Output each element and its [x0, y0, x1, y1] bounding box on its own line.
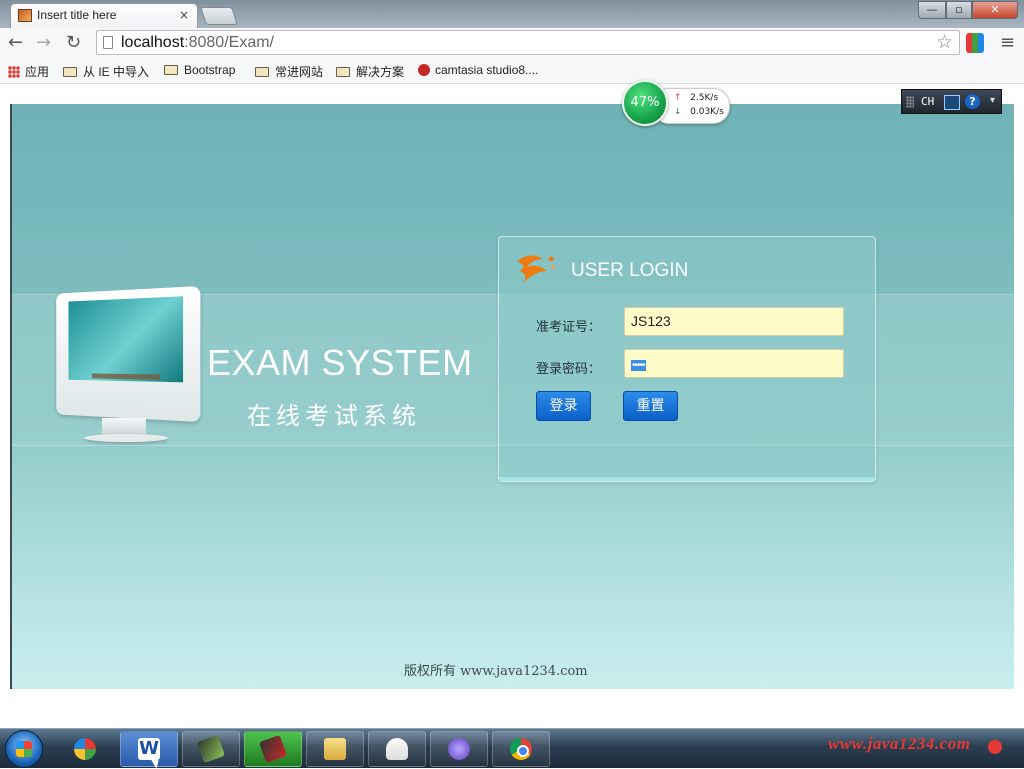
extension-icon[interactable] — [966, 33, 984, 53]
login-heading: USER LOGIN — [571, 260, 689, 281]
exam-system-subtitle: 在线考试系统 — [247, 402, 421, 430]
page-favicon-icon — [18, 9, 32, 22]
grip-icon[interactable] — [906, 96, 914, 108]
ime-mode[interactable]: CH — [921, 95, 934, 108]
bookmark-solutions[interactable]: 解决方案 — [336, 63, 404, 80]
bookmark-camtasia[interactable]: camtasia studio8.... — [418, 63, 538, 77]
address-bar[interactable]: localhost:8080/Exam/ ☆ — [96, 30, 960, 55]
network-speed-widget[interactable]: 47% ↑ 2.5K/s ↓ 0.03K/s — [622, 80, 730, 128]
folder-icon — [336, 67, 350, 77]
start-button[interactable] — [5, 730, 43, 768]
login-logo-icon — [517, 255, 555, 283]
reload-icon[interactable]: ↻ — [66, 32, 81, 53]
taskbar-app-mysql[interactable] — [430, 731, 488, 767]
upload-speed: ↑ 2.5K/s — [674, 93, 719, 103]
camtasia-icon — [418, 64, 430, 76]
windows-logo-icon — [16, 741, 32, 757]
bookmark-import-ie[interactable]: 从 IE 中导入 — [63, 63, 149, 80]
folder-icon — [255, 67, 269, 77]
chrome-center-icon — [517, 745, 529, 757]
recorder-icon — [258, 734, 288, 764]
upload-arrow-icon: ↑ — [674, 93, 682, 103]
window-close-button[interactable]: ✕ — [972, 1, 1018, 19]
computer-monitor-illustration — [50, 285, 201, 450]
new-tab-button[interactable] — [200, 7, 238, 25]
taskbar-app-java[interactable] — [368, 731, 426, 767]
exam-id-input[interactable]: JS123 — [624, 307, 844, 336]
exam-system-title: EXAM SYSTEM — [207, 342, 473, 383]
help-icon[interactable]: ? — [965, 94, 980, 109]
login-panel: USER LOGIN 准考证号： JS123 登录密码： ••••• 登录 重置 — [498, 236, 876, 482]
bookmark-bootstrap[interactable]: Bootstrap — [164, 63, 235, 77]
window-restore-button[interactable]: ▫ — [946, 1, 972, 19]
keyboard-icon[interactable] — [944, 95, 960, 110]
password-label: 登录密码： — [536, 362, 602, 377]
bookmarks-bar: 应用 从 IE 中导入 Bootstrap 常进网站 解决方案 camtasia… — [0, 58, 1024, 84]
copyright-footer: 版权所有 www.java1234.com — [404, 664, 588, 679]
window-minimize-button[interactable]: — — [918, 1, 946, 19]
monitor-base — [84, 434, 168, 442]
taskbar-app-chrome[interactable] — [492, 731, 550, 767]
taskbar-app-colorful[interactable] — [56, 731, 114, 767]
taskbar-app-word[interactable]: W — [120, 731, 178, 767]
speed-percent: 47% — [622, 80, 668, 126]
monitor-body — [56, 285, 201, 423]
login-page-background: EXAM SYSTEM 在线考试系统 USER LOGIN 准考证号： JS12… — [10, 104, 1014, 689]
browser-tab[interactable]: Insert title here × — [10, 3, 198, 28]
folder-icon — [164, 65, 178, 75]
watermark-text: www.java1234.com — [828, 734, 971, 753]
tab-title: Insert title here — [37, 8, 117, 22]
window-title-bar: Insert title here × — ▫ ✕ — [0, 0, 1024, 28]
reset-button[interactable]: 重置 — [623, 391, 678, 421]
download-speed: ↓ 0.03K/s — [674, 107, 724, 117]
tray-icon[interactable] — [988, 740, 1002, 754]
url-text[interactable]: localhost:8080/Exam/ — [121, 34, 274, 52]
menu-icon[interactable]: ≡ — [1000, 32, 1015, 53]
java-icon — [386, 738, 408, 760]
taskbar-app-recorder[interactable] — [244, 731, 302, 767]
chevron-down-icon[interactable]: ▾ — [990, 95, 995, 106]
folder-icon — [324, 738, 346, 760]
bookmark-star-icon[interactable]: ☆ — [936, 31, 953, 53]
tool-icon — [196, 734, 226, 764]
login-panel-bottom-strip — [499, 477, 875, 481]
page-viewport: EXAM SYSTEM 在线考试系统 USER LOGIN 准考证号： JS12… — [0, 84, 1024, 728]
forward-arrow-icon[interactable]: → — [36, 32, 51, 53]
monitor-screen — [68, 296, 184, 383]
password-input[interactable]: ••••• — [624, 349, 844, 378]
apps-grid-icon — [8, 66, 20, 78]
bookmark-sites[interactable]: 常进网站 — [255, 63, 323, 80]
page-icon — [103, 36, 113, 49]
back-arrow-icon[interactable]: ← — [8, 32, 23, 53]
taskbar-app-explorer[interactable] — [306, 731, 364, 767]
ime-toolbar[interactable]: CH ? ▾ — [901, 89, 1002, 114]
taskbar-app-tool[interactable] — [182, 731, 240, 767]
pinwheel-icon — [74, 738, 96, 760]
download-arrow-icon: ↓ — [674, 107, 682, 117]
folder-icon — [63, 67, 77, 77]
exam-id-label: 准考证号： — [536, 320, 602, 335]
bookmark-apps[interactable]: 应用 — [8, 63, 49, 80]
browser-toolbar: ← → ↻ localhost:8080/Exam/ ☆ — [0, 28, 1024, 58]
password-mask: ••••• — [631, 360, 646, 371]
tab-close-icon[interactable]: × — [179, 8, 189, 22]
login-button[interactable]: 登录 — [536, 391, 591, 421]
dolphin-icon — [448, 738, 470, 760]
